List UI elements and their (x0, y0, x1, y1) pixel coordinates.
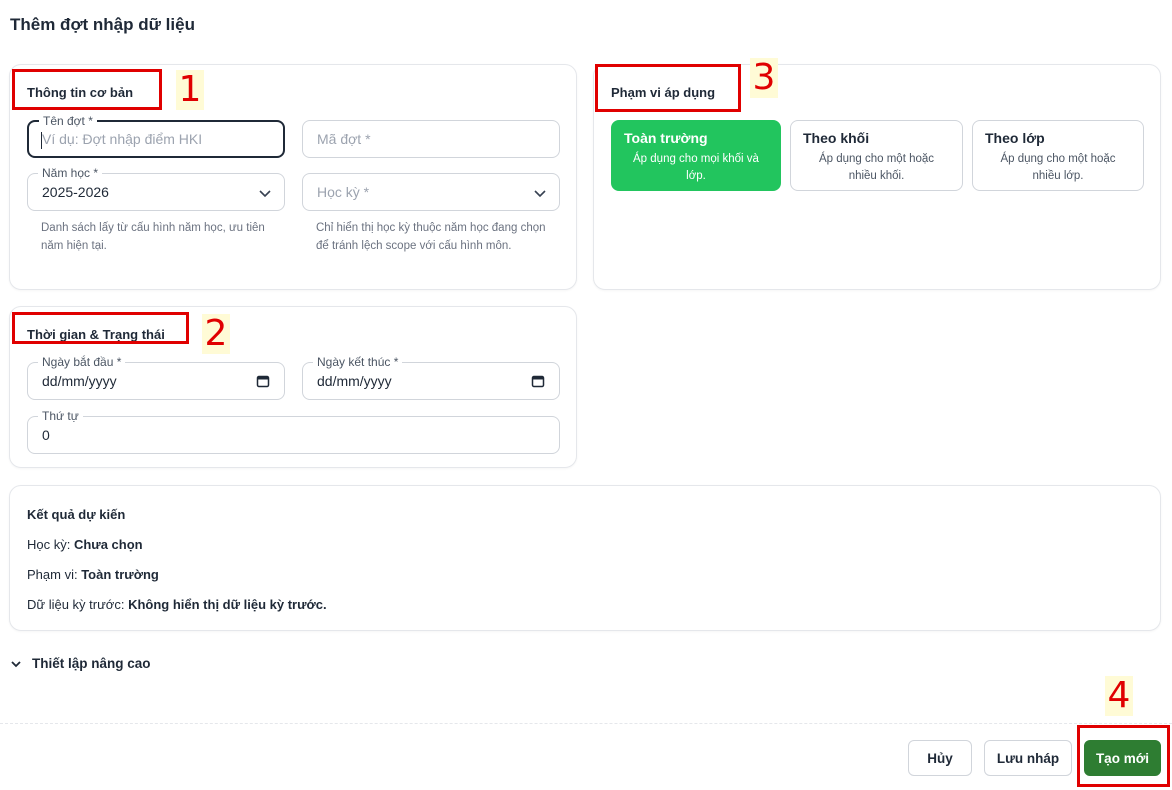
annotation-box-3 (595, 64, 741, 112)
save-draft-button[interactable]: Lưu nháp (984, 740, 1072, 776)
school-year-select[interactable]: Năm học * 2025-2026 (27, 166, 285, 211)
result-semester-label: Học kỳ: (27, 537, 71, 552)
end-date-value: dd/mm/yyyy (317, 373, 392, 389)
semester-helper: Chỉ hiển thị học kỳ thuộc năm học đang c… (316, 222, 546, 252)
semester-placeholder: Học kỳ * (317, 184, 370, 200)
semester-select[interactable]: Học kỳ * (302, 173, 560, 211)
start-date-label: Ngày bắt đầu * (38, 355, 126, 369)
result-scope: Phạm vi: Toàn trường (27, 567, 159, 582)
annotation-number-4: 4 (1105, 676, 1133, 716)
school-year-label: Năm học * (38, 166, 103, 180)
cancel-button[interactable]: Hủy (908, 740, 972, 776)
result-previous-value: Không hiển thị dữ liệu kỳ trước. (128, 597, 327, 612)
footer-divider (0, 723, 1172, 724)
annotation-number-3: 3 (750, 58, 778, 98)
annotation-box-2 (12, 312, 189, 344)
result-scope-label: Phạm vi: (27, 567, 78, 582)
scope-option-title: Theo khối (803, 130, 870, 146)
calendar-icon[interactable] (531, 374, 545, 388)
end-date-field[interactable]: Ngày kết thúc * dd/mm/yyyy (302, 355, 560, 400)
batch-code-field[interactable]: Mã đợt * (302, 120, 560, 158)
school-year-helper: Danh sách lấy từ cấu hình năm học, ưu ti… (41, 222, 265, 252)
result-semester: Học kỳ: Chưa chọn (27, 537, 143, 552)
result-title: Kết quả dự kiến (27, 507, 126, 522)
start-date-value: dd/mm/yyyy (42, 373, 117, 389)
annotation-box-1 (12, 69, 162, 110)
scope-option-school[interactable]: Toàn trường Áp dụng cho mọi khối và lớp. (611, 120, 781, 191)
school-year-value: 2025-2026 (42, 184, 109, 200)
advanced-settings-toggle[interactable]: Thiết lập nâng cao (10, 656, 151, 671)
page-title: Thêm đợt nhập dữ liệu (10, 15, 195, 34)
scope-option-grade[interactable]: Theo khối Áp dụng cho một hoặc nhiều khố… (790, 120, 963, 191)
batch-code-placeholder: Mã đợt * (317, 131, 371, 147)
result-semester-value: Chưa chọn (73, 537, 143, 552)
batch-name-placeholder: Ví dụ: Đợt nhập điểm HKI (42, 131, 203, 147)
chevron-down-icon (259, 190, 271, 198)
scope-option-title: Toàn trường (624, 130, 708, 146)
result-previous-label: Dữ liệu kỳ trước: (27, 597, 125, 612)
scope-option-desc: Áp dụng cho một hoặc nhiều lớp. (1000, 153, 1116, 182)
order-value: 0 (42, 427, 50, 443)
calendar-icon[interactable] (256, 374, 270, 388)
order-label: Thứ tự (38, 409, 83, 423)
scope-option-title: Theo lớp (985, 130, 1045, 146)
start-date-field[interactable]: Ngày bắt đầu * dd/mm/yyyy (27, 355, 285, 400)
advanced-settings-label: Thiết lập nâng cao (32, 656, 151, 671)
result-previous-data: Dữ liệu kỳ trước: Không hiển thị dữ liệu… (27, 597, 327, 612)
scope-option-desc: Áp dụng cho mọi khối và lớp. (633, 153, 759, 182)
scope-option-desc: Áp dụng cho một hoặc nhiều khối. (818, 153, 935, 182)
result-scope-value: Toàn trường (81, 567, 159, 582)
scope-option-class[interactable]: Theo lớp Áp dụng cho một hoặc nhiều lớp. (972, 120, 1144, 191)
annotation-number-1: 1 (176, 70, 204, 110)
batch-name-field[interactable]: Tên đợt * Ví dụ: Đợt nhập điểm HKI (27, 114, 285, 158)
result-card: Kết quả dự kiến Học kỳ: Chưa chọn Phạm v… (9, 485, 1161, 631)
annotation-box-4 (1077, 725, 1170, 787)
batch-name-label: Tên đợt * (39, 114, 97, 128)
end-date-label: Ngày kết thúc * (313, 355, 403, 369)
chevron-down-icon (534, 190, 546, 198)
annotation-number-2: 2 (202, 314, 230, 354)
chevron-down-icon (11, 660, 21, 667)
order-field[interactable]: Thứ tự 0 (27, 409, 560, 454)
